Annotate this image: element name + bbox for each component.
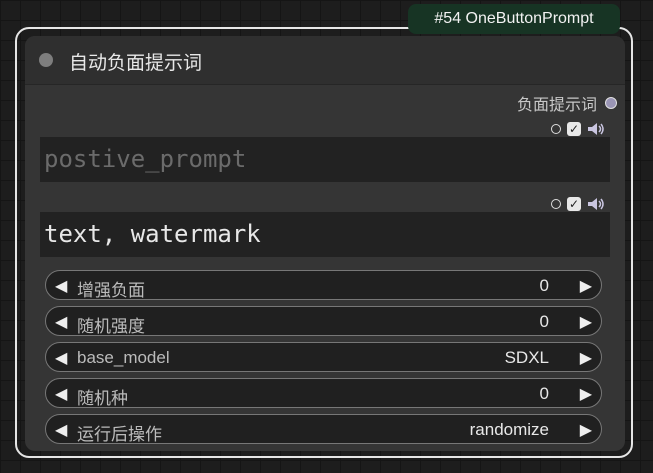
arrow-left-icon[interactable]: ◀: [55, 384, 67, 404]
arrow-left-icon[interactable]: ◀: [55, 312, 67, 332]
arrow-left-icon[interactable]: ◀: [55, 420, 67, 440]
negative-input-controls: ✓: [551, 196, 605, 212]
node-id-badge: #54 OneButtonPrompt: [408, 4, 620, 34]
collapse-dot-icon[interactable]: [39, 53, 53, 67]
node-title: 自动负面提示词: [69, 52, 203, 74]
arrow-left-icon[interactable]: ◀: [55, 348, 67, 368]
widget-random-strength[interactable]: ◀ 随机强度 0 ▶: [45, 306, 602, 336]
arrow-right-icon[interactable]: ▶: [580, 384, 592, 404]
checkbox-icon[interactable]: ✓: [567, 122, 581, 136]
widget-value: 0: [539, 312, 549, 331]
widget-label: 运行后操作: [77, 425, 162, 444]
widget-label: 随机种: [77, 389, 128, 408]
output-negative-prompt[interactable]: 负面提示词: [516, 93, 617, 114]
toggle-circle-icon[interactable]: [551, 124, 561, 134]
widget-base-model[interactable]: ◀ base_model SDXL ▶: [45, 342, 602, 372]
widget-value: 0: [539, 276, 549, 295]
checkbox-icon[interactable]: ✓: [567, 197, 581, 211]
speaker-icon[interactable]: [587, 197, 605, 211]
node-panel[interactable]: 自动负面提示词 负面提示词 ✓ postive_prompt ✓ text, w…: [25, 36, 625, 451]
widget-label: 增强负面: [77, 281, 145, 300]
arrow-right-icon[interactable]: ▶: [580, 420, 592, 440]
output-slot-icon[interactable]: [605, 97, 617, 109]
prompt-input-controls: ✓: [551, 121, 605, 137]
widget-value: 0: [539, 384, 549, 403]
widget-label: 随机强度: [77, 317, 145, 336]
negative-text-input[interactable]: text, watermark: [40, 212, 610, 257]
arrow-right-icon[interactable]: ▶: [580, 312, 592, 332]
widget-value: SDXL: [504, 348, 549, 367]
arrow-right-icon[interactable]: ▶: [580, 348, 592, 368]
arrow-right-icon[interactable]: ▶: [580, 276, 592, 296]
widget-after-run-action[interactable]: ◀ 运行后操作 randomize ▶: [45, 414, 602, 444]
widget-value: randomize: [469, 420, 549, 439]
toggle-circle-icon[interactable]: [551, 199, 561, 209]
positive-prompt-input[interactable]: postive_prompt: [40, 137, 610, 182]
widget-enhance-negative[interactable]: ◀ 增强负面 0 ▶: [45, 270, 602, 300]
arrow-left-icon[interactable]: ◀: [55, 276, 67, 296]
widget-random-seed[interactable]: ◀ 随机种 0 ▶: [45, 378, 602, 408]
widget-label: base_model: [77, 348, 170, 367]
node-header[interactable]: 自动负面提示词: [25, 36, 625, 85]
output-label: 负面提示词: [516, 95, 597, 114]
speaker-icon[interactable]: [587, 122, 605, 136]
